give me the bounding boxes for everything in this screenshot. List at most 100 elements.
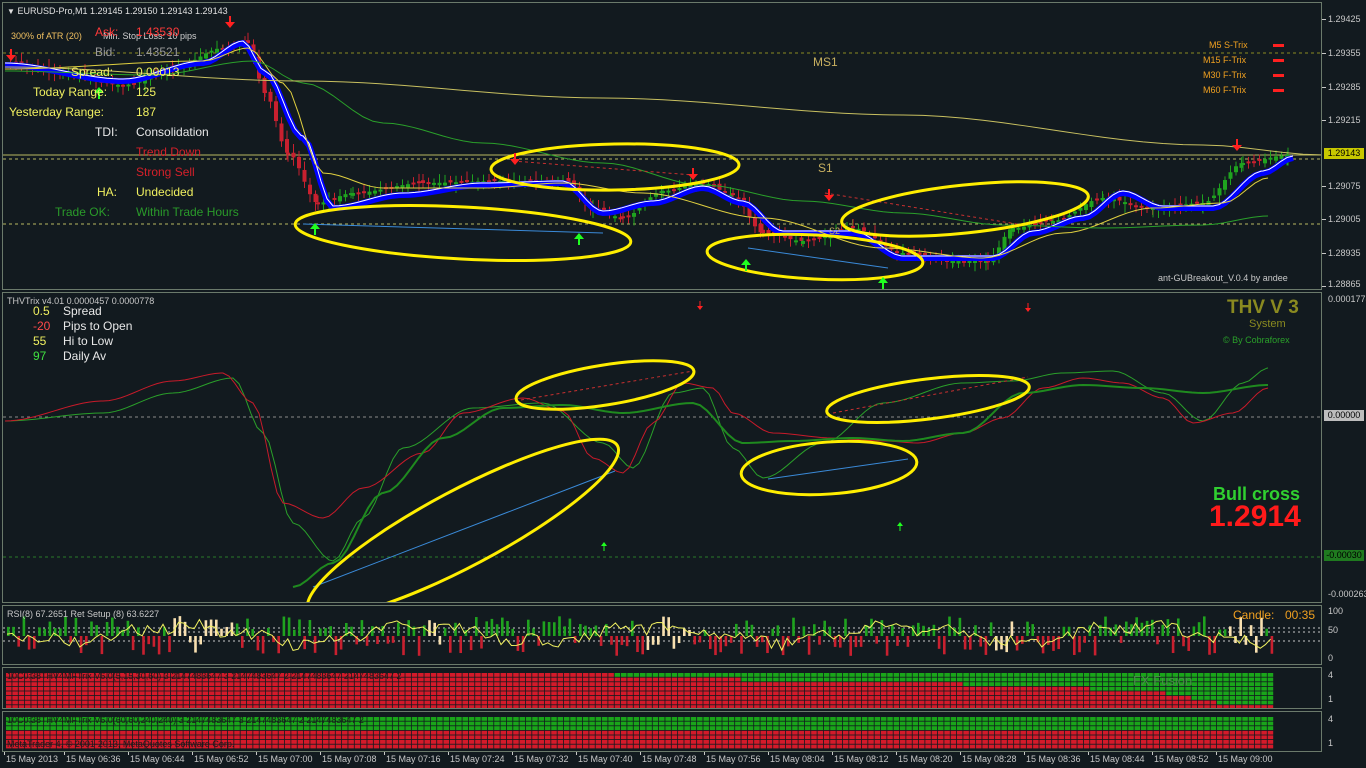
mtf-cell	[1115, 717, 1122, 721]
mtf-cell	[75, 686, 82, 691]
chart-menu-triangle-icon[interactable]: ▼	[7, 7, 15, 16]
mtf-cell	[12, 691, 18, 696]
time-tick-mark	[1216, 752, 1217, 755]
mtf-cell	[418, 744, 424, 749]
mtf-cell	[164, 691, 171, 696]
mtf-cell	[1134, 700, 1141, 705]
rsi-bar	[563, 626, 566, 636]
mtf-cell	[405, 705, 411, 708]
mtf-cell	[817, 673, 824, 677]
mtf-cell	[246, 730, 253, 735]
rsi-panel[interactable]: RSI(8) 67.2651 Ret Setup (8) 63.6227 Can…	[2, 605, 1322, 665]
mtf-cell	[861, 717, 868, 721]
mtf-cell	[443, 677, 449, 682]
mtf-cell	[906, 673, 912, 677]
rsi-axis[interactable]: 100 50 0	[1322, 605, 1366, 665]
mtf-cell	[1115, 686, 1122, 691]
mtf-cell	[937, 735, 944, 740]
trend-down-label: Trend Down	[136, 145, 201, 159]
thv-axis[interactable]: 0.0001778 0.00000 -0.00030 -0.000263	[1322, 292, 1366, 603]
mtf-cell	[988, 673, 995, 677]
mtf-cell	[462, 721, 469, 726]
price-chart-panel[interactable]: ▼ EURUSD-Pro,M1 1.29145 1.29150 1.29143 …	[2, 2, 1322, 290]
mtf-trix-panel-2[interactable]: 10C0:38THV4MFTrix V6.0(60,60,240,240) 3 …	[2, 711, 1322, 752]
rsi-bar	[59, 628, 62, 636]
mtf-cell	[620, 691, 627, 696]
mtf1-axis[interactable]: 4 1	[1322, 667, 1366, 709]
mtf-cell	[481, 700, 488, 705]
mtf-cell	[1185, 721, 1191, 726]
mtf-cell	[563, 677, 570, 682]
mtf-cell	[1223, 717, 1229, 721]
mtf-cell	[868, 691, 874, 696]
mtf-cell	[855, 673, 862, 677]
mtf-cell	[1020, 682, 1026, 686]
mtf-cell	[785, 705, 792, 708]
mtf-cell	[380, 696, 386, 700]
mtf-cell	[963, 730, 969, 735]
time-axis[interactable]: 15 May 2013 15 May 06:36 15 May 06:44 15 Ma…	[0, 752, 1366, 768]
mtf-cell	[494, 730, 500, 735]
candle-body	[465, 180, 469, 183]
mtf-cell	[697, 691, 703, 696]
mtf-cell	[937, 730, 944, 735]
rsi-bar	[1171, 636, 1175, 654]
mtf-trix-panel-1[interactable]: 10C0:38THV4MFTrix V6.0(5,15,30,60) 3 214…	[2, 667, 1322, 709]
mtf-cell	[1242, 691, 1248, 696]
mtf-cell	[614, 721, 621, 726]
mtf-cell	[1166, 717, 1172, 721]
mtf-cell	[817, 730, 824, 735]
mtf-cell	[1216, 696, 1223, 700]
mtf-cell	[234, 730, 240, 735]
rsi-bar	[610, 636, 613, 645]
mtf-cell	[145, 686, 152, 691]
mtf-cell	[82, 730, 88, 735]
time-tick: 15 May 08:12	[834, 754, 889, 764]
mtf2-axis[interactable]: 4 1	[1322, 711, 1366, 752]
mtf-cell	[1147, 705, 1153, 708]
mtf-cell	[215, 700, 221, 705]
mtf-cell	[18, 726, 25, 730]
mtf-cell	[1039, 705, 1045, 708]
mtf-cell	[760, 735, 766, 740]
mtf-cell	[240, 682, 247, 686]
mtf-cell	[1083, 696, 1090, 700]
mtf-cell	[265, 735, 272, 740]
mtf-cell	[595, 726, 602, 730]
mtf-cell	[1235, 686, 1242, 691]
mtf-cell	[1052, 705, 1058, 708]
candle-body	[851, 226, 855, 229]
price-axis[interactable]: 1.29425 1.29355 1.29285 1.29215 1.29143 …	[1322, 2, 1366, 290]
candle-body	[1051, 221, 1055, 224]
mtf-cell	[291, 744, 297, 749]
mtf-cell	[728, 717, 735, 721]
mtf-cell	[1242, 730, 1248, 735]
mtf-cell	[627, 717, 633, 721]
mtf-cell	[487, 677, 494, 682]
mtf-cell	[240, 735, 247, 740]
mtf-cell	[614, 705, 621, 708]
mtf-cell	[582, 677, 589, 682]
mtf-cell	[1007, 735, 1014, 740]
mtf-cell	[1191, 700, 1198, 705]
mtf-cell	[272, 700, 278, 705]
mtf-cell	[969, 717, 976, 721]
mtf-cell	[443, 700, 449, 705]
rsi-bar	[1255, 636, 1258, 653]
mtf-cell	[126, 682, 132, 686]
mtf-cell	[766, 686, 773, 691]
mtf-cell	[1121, 686, 1128, 691]
mtf-cell	[665, 686, 671, 691]
mtf-cell	[443, 726, 449, 730]
mtf-cell	[246, 686, 253, 691]
rsi-bar	[95, 625, 98, 636]
mtf-cell	[1159, 735, 1166, 740]
thv-trix-panel[interactable]: THVTrix v4.01 0.0000457 0.0000778 0.5 Sp…	[2, 292, 1322, 603]
mtf-cell	[855, 677, 862, 682]
mtf-cell	[995, 735, 1001, 740]
mtf-cell	[1020, 700, 1026, 705]
candle-body	[683, 186, 687, 189]
mtf-cell	[1223, 691, 1229, 696]
mtf-cell	[747, 717, 754, 721]
price-tick: 1.29215	[1328, 115, 1361, 125]
